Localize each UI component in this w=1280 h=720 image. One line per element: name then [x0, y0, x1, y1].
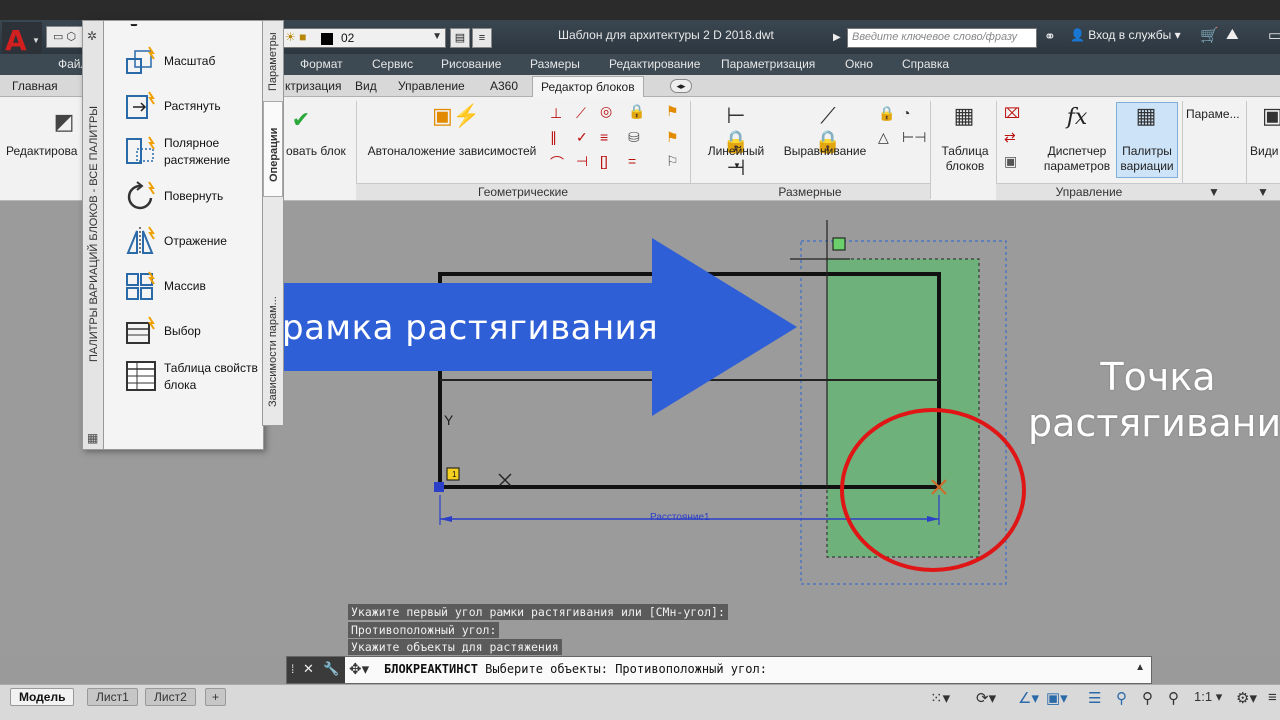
dimension-arrow-left: [440, 516, 452, 522]
polar-stretch-icon: [126, 136, 155, 164]
gear-icon[interactable]: ✲: [87, 29, 97, 43]
palette-title: ПАЛИТРЫ ВАРИАЦИЙ БЛОКОВ - ВСЕ ПАЛИТРЫ: [88, 105, 100, 362]
grid-icon[interactable]: ⁙▾: [930, 689, 950, 707]
palette-tab-strip: Параметры Операции Зависимости парам...: [262, 20, 284, 426]
palette-title-strip[interactable]: ✲ ПАЛИТРЫ ВАРИАЦИЙ БЛОКОВ - ВСЕ ПАЛИТРЫ …: [82, 20, 104, 450]
tab-model[interactable]: Модель: [10, 688, 75, 706]
menu-icon[interactable]: ≡: [1268, 689, 1277, 706]
command-history-line: Укажите первый угол рамки растягивания и…: [348, 604, 728, 620]
palette-item-rotate[interactable]: Повернуть: [125, 180, 265, 220]
base-point-grip[interactable]: [434, 482, 444, 492]
command-name: БЛОКРЕАКТИНСТ: [384, 662, 478, 676]
rotate-icon: [127, 181, 155, 210]
tab-parameters[interactable]: Параметры: [263, 25, 283, 95]
command-line-controls: ⁞ ✕ 🔧: [287, 657, 345, 683]
palette-item-label: Массив: [164, 279, 206, 293]
snap-icon[interactable]: ⟳▾: [976, 689, 996, 707]
palette-properties-icon[interactable]: ▦: [87, 431, 98, 445]
annotation-scale-icon[interactable]: ⚲: [1168, 689, 1179, 707]
tab-layout1[interactable]: Лист1: [87, 688, 138, 706]
drag-handle-icon[interactable]: ⁞: [291, 662, 294, 676]
partial-palette-item: ▼: [128, 20, 248, 26]
lookup-icon: [126, 316, 155, 344]
command-history-line: Противоположный угол:: [348, 622, 500, 638]
palette-item-label: Растянуть: [164, 99, 221, 113]
palette-item-flip[interactable]: Отражение: [125, 225, 265, 265]
command-prompt-icon[interactable]: ✥▾: [349, 660, 369, 678]
palette-item-scale[interactable]: Масштаб: [125, 45, 265, 85]
point-annotation-text: Точка растягивания: [1028, 354, 1280, 446]
selection-window: [826, 258, 980, 558]
tab-actions-label: Операции: [268, 127, 280, 182]
history-toggle-icon[interactable]: ▲: [1135, 662, 1145, 673]
command-prompt: Выберите объекты: Противоположный угол:: [485, 662, 767, 676]
palette-item-block-table[interactable]: Таблица свойств блока: [125, 360, 265, 400]
command-line[interactable]: ⁞ ✕ 🔧 ✥▾ БЛОКРЕАКТИНСТ Выберите объекты:…: [286, 656, 1152, 684]
palette-item-lookup[interactable]: Выбор: [125, 315, 265, 355]
tab-layout2[interactable]: Лист2: [145, 688, 196, 706]
palette-item-stretch[interactable]: Растянуть: [125, 90, 265, 130]
point-text-line-1: Точка: [1100, 355, 1216, 399]
tab-constraints[interactable]: Зависимости парам...: [263, 209, 283, 409]
wrench-icon[interactable]: 🔧: [323, 661, 339, 677]
y-axis-label: Y: [444, 412, 454, 428]
annotation-visibility-icon[interactable]: ⚲: [1116, 689, 1127, 707]
ucs-x-marker: [498, 473, 512, 487]
scale-value: 1:1: [1194, 689, 1213, 704]
point-text-line-2: растягивания: [1028, 401, 1280, 445]
palette-item-label: Повернуть: [164, 189, 224, 203]
array-icon: [126, 271, 155, 300]
palette-item-array[interactable]: Массив: [125, 270, 265, 310]
close-icon[interactable]: ✕: [303, 661, 314, 677]
gear-icon[interactable]: ⚙▾: [1236, 689, 1257, 707]
autocad-window: { "title_bar": { "app_logo": "A", "layer…: [0, 0, 1280, 720]
osnap-icon[interactable]: ▣▾: [1046, 689, 1068, 707]
status-bar: Модель Лист1 Лист2 + ⁙▾ ⟳▾ ∠▾ ▣▾ ☰ ⚲ ⚲ ⚲…: [0, 684, 1280, 720]
arrow-annotation-text: рамка растягивания: [282, 308, 659, 348]
palette-item-label: Полярное растяжение: [164, 136, 231, 167]
ortho-icon[interactable]: ∠▾: [1018, 689, 1039, 707]
scale-dropdown[interactable]: 1:1 ▾: [1194, 689, 1222, 705]
autoscale-icon[interactable]: ⚲: [1142, 689, 1153, 707]
palette-item-label: Отражение: [164, 234, 227, 248]
flip-icon: [126, 226, 155, 255]
palette-item-label: Масштаб: [164, 54, 216, 68]
grip-number: 1: [452, 470, 457, 479]
add-layout-button[interactable]: +: [205, 688, 227, 706]
dimension-label[interactable]: Расстояние1: [650, 512, 710, 523]
palette-item-label: Таблица свойств блока: [164, 361, 258, 392]
tab-parameters-label: Параметры: [267, 32, 279, 91]
block-table-icon: [126, 361, 156, 391]
tab-constraints-label: Зависимости парам...: [267, 296, 279, 407]
command-history-line: Укажите объекты для растяжения: [348, 639, 562, 655]
tab-actions[interactable]: Операции: [263, 101, 283, 197]
scale-icon: [126, 46, 155, 74]
palette-item-polar-stretch[interactable]: Полярное растяжение: [125, 135, 265, 175]
stretch-icon: [126, 91, 155, 119]
lineweight-icon[interactable]: ☰: [1088, 689, 1101, 707]
palette-item-label: Выбор: [164, 324, 201, 338]
command-input[interactable]: БЛОКРЕАКТИНСТ Выберите объекты: Противоп…: [384, 662, 767, 676]
grip-top[interactable]: [832, 237, 846, 251]
